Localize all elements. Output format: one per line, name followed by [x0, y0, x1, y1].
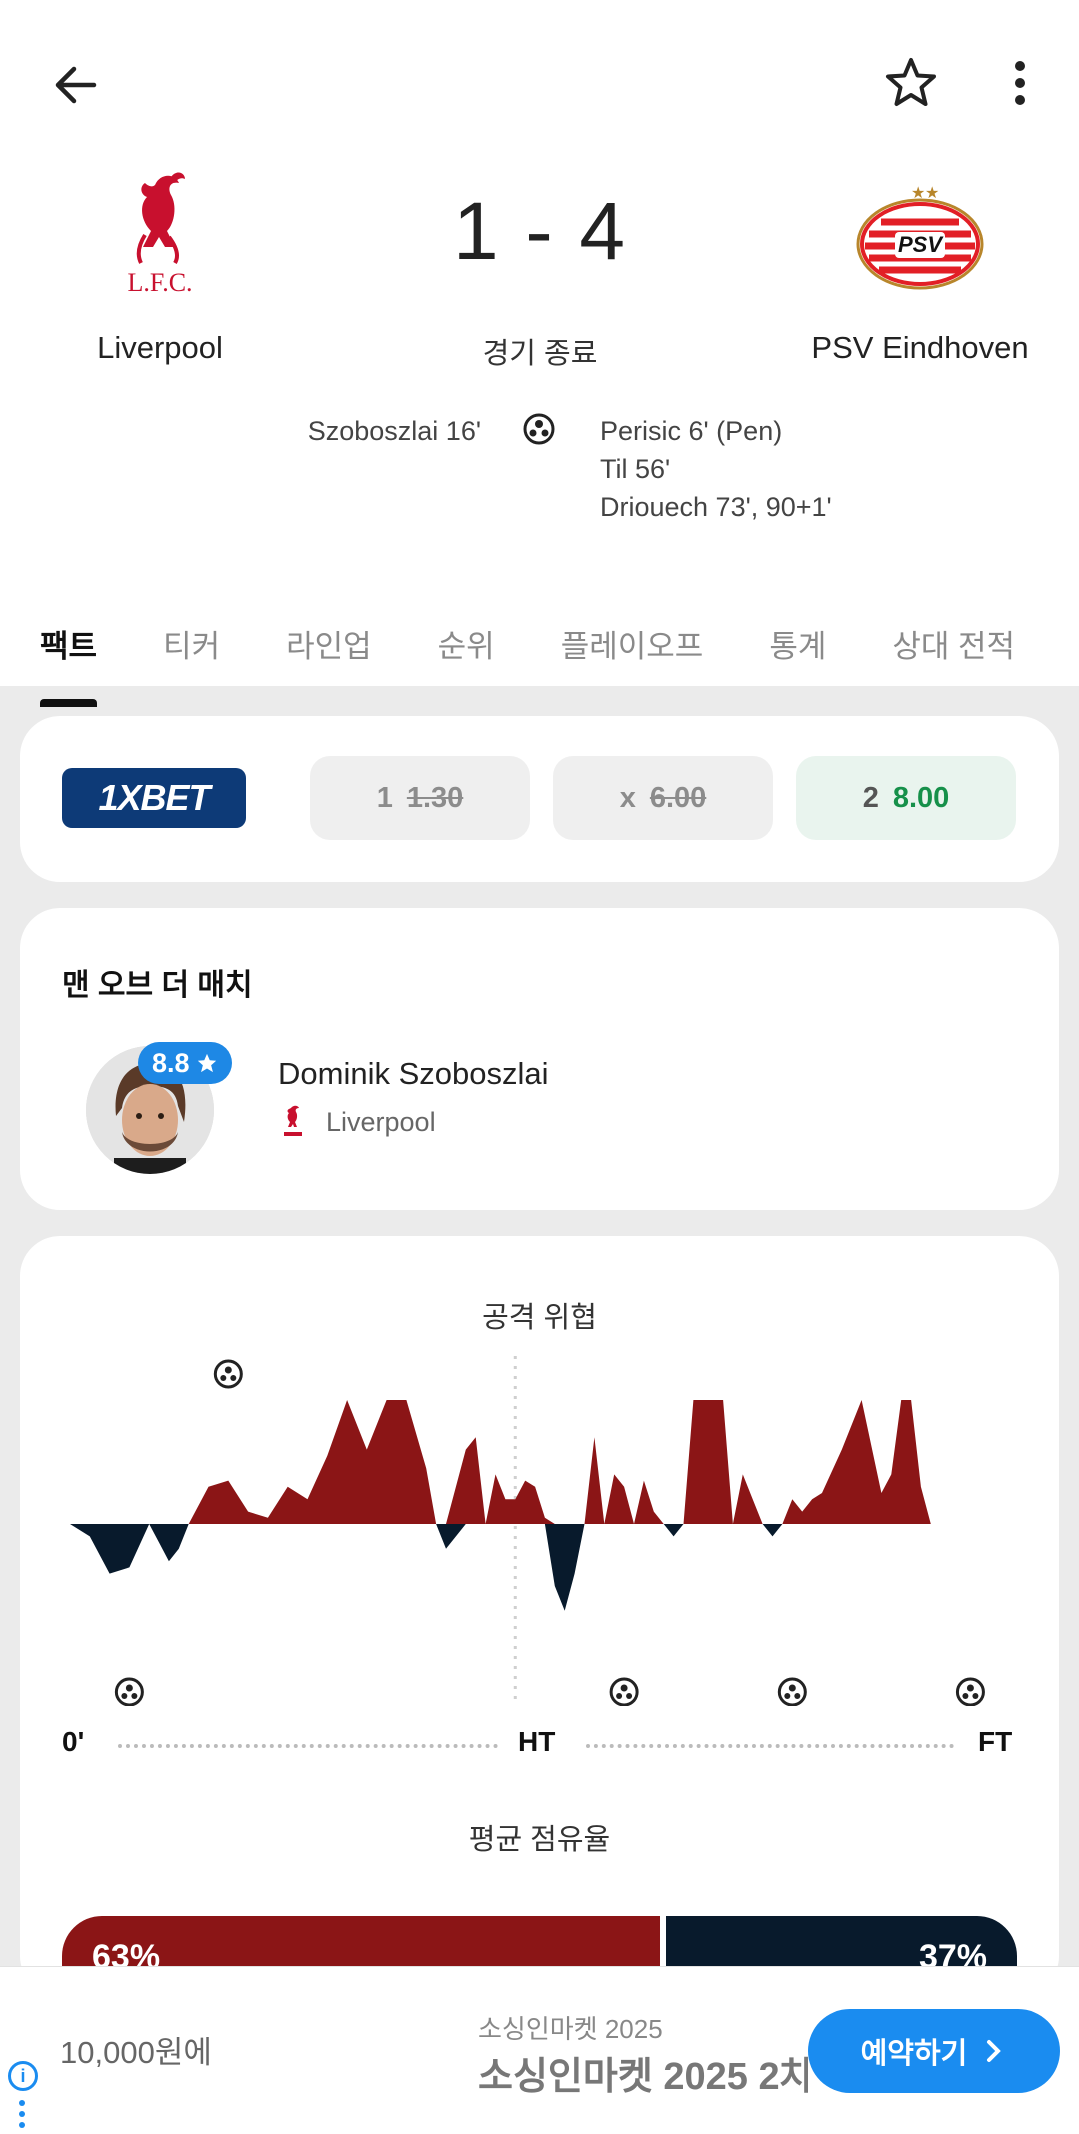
psv-logo-text: PSV	[898, 232, 944, 257]
tab-playoffs[interactable]: 플레이오프	[561, 621, 704, 666]
home-goal-marker[interactable]	[213, 1359, 243, 1389]
possession-title: 평균 점유율	[468, 1824, 611, 1856]
momentum-series-home	[70, 1400, 1010, 1524]
psv-crest: ★ ★ PSV	[770, 160, 1070, 310]
timeline-start-label: 0'	[62, 1726, 85, 1757]
home-team-name: Liverpool	[97, 330, 223, 365]
odds-home-button[interactable]: 1 1.30	[310, 756, 530, 840]
ad-button-label: 예약하기	[860, 2038, 968, 2070]
ad-price: 10,000원에	[60, 2035, 212, 2070]
ad-menu-dots-icon[interactable]	[18, 2099, 26, 2129]
home-team[interactable]: L.F.C. Liverpool	[10, 160, 310, 366]
ad-subtitle: 소싱인마켓 2025	[478, 2014, 663, 2044]
back-button[interactable]	[40, 50, 110, 120]
momentum-chart	[70, 1356, 1010, 1706]
odds-card: 1XBET 1 1.30 x 6.00 2 8.00	[20, 716, 1059, 882]
away-goal-marker[interactable]	[609, 1677, 639, 1706]
away-scorer: Perisic 6' (Pen)	[600, 416, 783, 446]
match-status: 경기 종료	[482, 338, 598, 370]
attack-momentum-card: 공격 위협 0' HT FT 평균 점유율 63% 37%	[20, 1236, 1059, 1996]
tab-lineup[interactable]: 라인업	[286, 621, 372, 666]
tab-standings[interactable]: 순위	[438, 621, 495, 666]
odds-draw-label: x	[619, 781, 636, 814]
tab-ticker[interactable]: 티커	[163, 621, 220, 666]
match-tabs: 팩트 티커 라인업 순위 플레이오프 통계 상대 전적	[0, 600, 1079, 707]
bookmaker-name: 1XBET	[98, 777, 210, 818]
ad-banner[interactable]: 10,000원에 소싱인마켓 2025 소싱인마켓 2025 2차 예약하기 i	[0, 1966, 1079, 2134]
odds-away-value: 8.00	[892, 781, 950, 814]
away-scorer: Til 56'	[600, 454, 671, 484]
away-team[interactable]: ★ ★ PSV PSV Eindhoven	[770, 160, 1070, 366]
goal-ball-icon	[522, 412, 556, 446]
odds-draw-value: 6.00	[649, 781, 707, 814]
home-scorers: Szoboszlai 16'	[308, 412, 481, 450]
motm-title: 맨 오브 더 매치	[62, 969, 253, 1002]
more-vertical-icon	[1015, 61, 1025, 105]
more-options-button[interactable]	[990, 48, 1050, 118]
away-team-name: PSV Eindhoven	[811, 330, 1029, 365]
liverpool-mini-crest	[284, 1105, 302, 1136]
star-icon	[197, 1053, 216, 1073]
away-scorer: Driouech 73', 90+1'	[600, 492, 832, 522]
odds-draw-button[interactable]: x 6.00	[553, 756, 773, 840]
man-of-the-match-card[interactable]: 맨 오브 더 매치 8.8 Dominik Szoboszlai Liverpo…	[20, 908, 1059, 1210]
player-rating: 8.8	[152, 1047, 190, 1078]
home-scorer: Szoboszlai 16'	[307, 416, 481, 446]
player-name: Dominik Szoboszlai	[278, 1056, 549, 1091]
final-score: 1 - 4	[452, 186, 628, 277]
star-outline-icon	[886, 58, 936, 106]
bookmaker-logo[interactable]: 1XBET	[62, 768, 246, 828]
timeline-half-label: HT	[518, 1726, 556, 1757]
player-team: Liverpool	[278, 1104, 436, 1140]
arrow-left-icon	[55, 66, 97, 104]
away-goal-marker[interactable]	[955, 1677, 985, 1706]
odds-away-label: 2	[862, 781, 879, 814]
chevron-right-icon	[987, 2040, 1002, 2062]
info-icon[interactable]: i	[8, 2061, 38, 2091]
timeline-end-label: FT	[978, 1726, 1013, 1757]
favorite-button[interactable]	[876, 48, 946, 118]
odds-home-label: 1	[376, 781, 393, 814]
tab-head-to-head[interactable]: 상대 전적	[892, 621, 1015, 666]
odds-away-button[interactable]: 2 8.00	[796, 756, 1016, 840]
away-goal-marker[interactable]	[114, 1677, 144, 1706]
timeline-first-half-dots	[118, 1744, 498, 1748]
away-scorers: Perisic 6' (Pen) Til 56' Driouech 73', 9…	[600, 412, 832, 526]
player-team-name: Liverpool	[326, 1106, 436, 1137]
tab-stats[interactable]: 통계	[769, 621, 826, 666]
tab-facts[interactable]: 팩트	[40, 621, 98, 707]
match-header: L.F.C. Liverpool 1 - 4 경기 종료 ★ ★ PSV PSV …	[0, 0, 1079, 707]
liverpool-logo-text: L.F.C.	[127, 268, 192, 297]
ad-reserve-button[interactable]: 예약하기	[808, 2009, 1060, 2093]
liverpool-crest: L.F.C.	[10, 160, 310, 310]
momentum-title: 공격 위협	[482, 1302, 597, 1334]
momentum-series-away	[70, 1524, 1010, 1611]
player-rating-badge: 8.8	[138, 1042, 232, 1084]
ad-headline: 소싱인마켓 2025 2차	[478, 2056, 808, 2098]
timeline-second-half-dots	[586, 1744, 954, 1748]
match-timeline: 0' HT FT	[60, 1726, 1020, 1766]
away-goal-marker[interactable]	[777, 1677, 807, 1706]
odds-home-value: 1.30	[406, 781, 464, 814]
